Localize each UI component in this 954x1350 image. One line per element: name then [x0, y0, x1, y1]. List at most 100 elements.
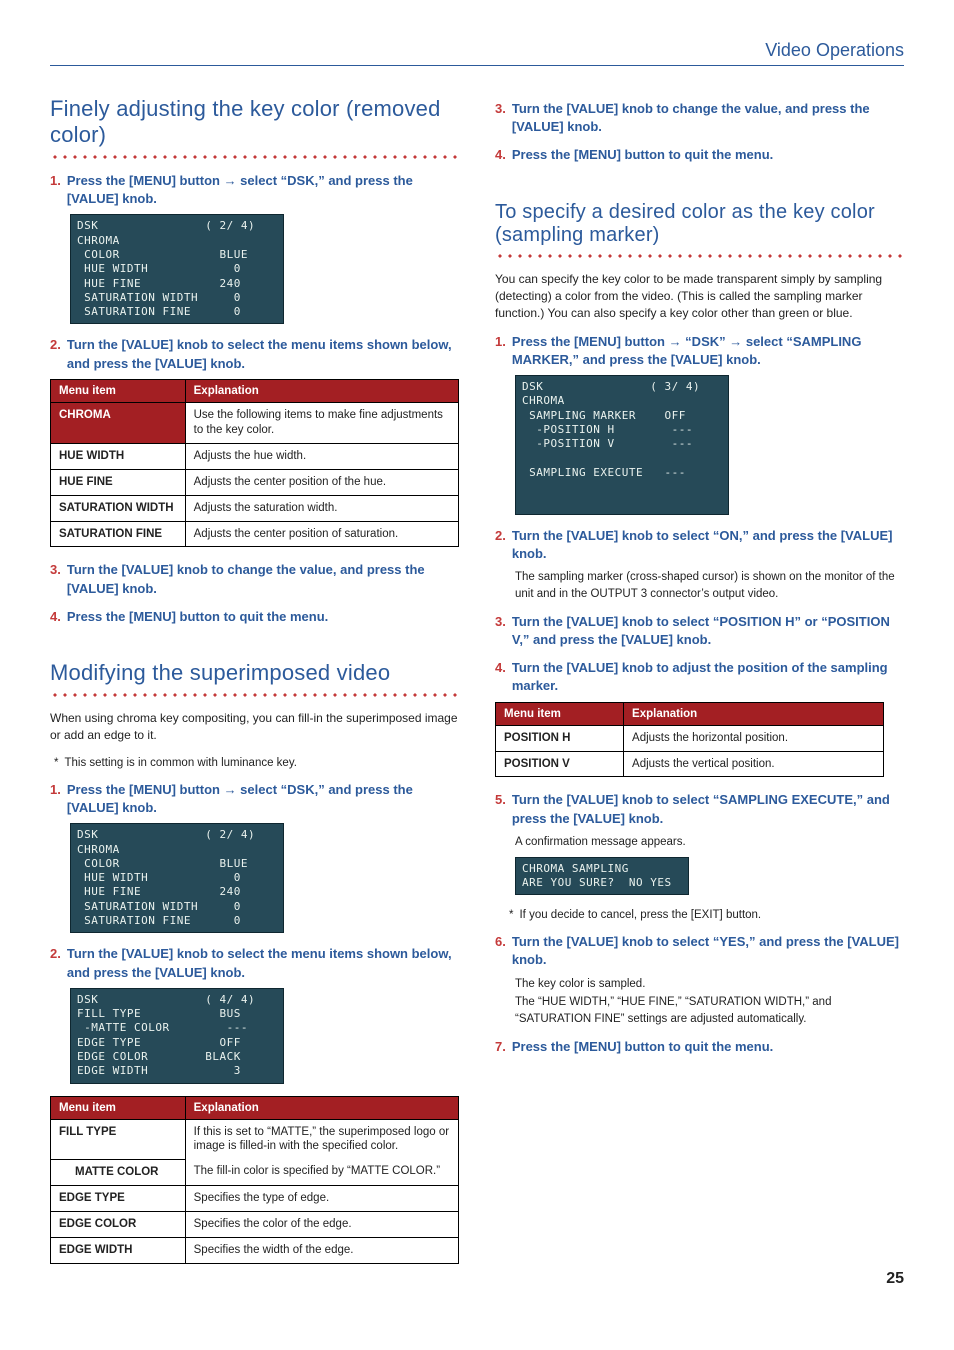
- step-number: 2.: [495, 527, 506, 545]
- step-text: Turn the [VALUE] knob to select the menu…: [67, 945, 459, 981]
- step-text: Turn the [VALUE] knob to change the valu…: [512, 100, 904, 136]
- step-text: Turn the [VALUE] knob to select “SAMPLIN…: [512, 791, 904, 827]
- step-number: 6.: [495, 933, 506, 951]
- step-number: 1.: [50, 172, 61, 190]
- step-number: 3.: [495, 100, 506, 118]
- table-row-desc: Adjusts the vertical position.: [624, 751, 884, 777]
- table-position-items: Menu item Explanation POSITION HAdjusts …: [495, 702, 884, 778]
- step-number: 7.: [495, 1038, 506, 1056]
- step-subtext: A confirmation message appears.: [515, 834, 904, 851]
- table-row-desc: The fill-in color is specified by “MATTE…: [185, 1159, 458, 1185]
- step-1: 1. Press the [MENU] button → select “DSK…: [50, 781, 459, 817]
- page-number: 25: [886, 1270, 904, 1288]
- step-number: 5.: [495, 791, 506, 809]
- page-header-title: Video Operations: [50, 40, 904, 66]
- step-number: 1.: [50, 781, 61, 799]
- table-head-menuitem: Menu item: [51, 379, 186, 402]
- table-row-desc: Specifies the width of the edge.: [185, 1237, 458, 1263]
- table-row-label: SATURATION WIDTH: [51, 495, 186, 521]
- step-3: 3. Turn the [VALUE] knob to change the v…: [50, 561, 459, 597]
- step-7: 7. Press the [MENU] button to quit the m…: [495, 1038, 904, 1056]
- step-number: 4.: [495, 146, 506, 164]
- step-number: 4.: [495, 659, 506, 677]
- table-row-label: MATTE COLOR: [51, 1159, 186, 1185]
- step-subtext: The key color is sampled.: [515, 976, 904, 993]
- table-row-label: SATURATION FINE: [51, 521, 186, 547]
- divider-dots: [495, 253, 904, 259]
- step-text: Turn the [VALUE] knob to select the menu…: [67, 336, 459, 372]
- table-row-desc: Adjusts the horizontal position.: [624, 725, 884, 751]
- table-row-desc: Specifies the type of edge.: [185, 1185, 458, 1211]
- table-row-desc: Adjusts the hue width.: [185, 443, 458, 469]
- table-head-explanation: Explanation: [185, 1096, 458, 1119]
- lcd-screenshot-dsk-2-4: DSK ( 2/ 4) CHROMA COLOR BLUE HUE WIDTH …: [70, 214, 284, 324]
- left-column: Finely adjusting the key color (removed …: [50, 96, 459, 1278]
- section-intro: When using chroma key compositing, you c…: [50, 710, 459, 745]
- step-1: 1. Press the [MENU] button → “DSK” → sel…: [495, 333, 904, 369]
- lcd-screenshot-confirm: CHROMA SAMPLING ARE YOU SURE? NO YES: [515, 857, 689, 896]
- table-row-desc: Adjusts the saturation width.: [185, 495, 458, 521]
- table-fill-edge-items: Menu item Explanation FILL TYPEIf this i…: [50, 1096, 459, 1264]
- lcd-screenshot-dsk-4-4: DSK ( 4/ 4) FILL TYPE BUS -MATTE COLOR -…: [70, 988, 284, 1084]
- table-row-label: FILL TYPE: [51, 1119, 186, 1159]
- step-text: Turn the [VALUE] knob to select “POSITIO…: [512, 613, 904, 649]
- table-head-explanation: Explanation: [624, 702, 884, 725]
- table-row-desc: If this is set to “MATTE,” the superimpo…: [185, 1119, 458, 1159]
- step-text: Turn the [VALUE] knob to adjust the posi…: [512, 659, 904, 695]
- table-row-label: POSITION V: [496, 751, 624, 777]
- step-4: 4. Press the [MENU] button to quit the m…: [495, 146, 904, 164]
- step-2: 2. Turn the [VALUE] knob to select “ON,”…: [495, 527, 904, 563]
- step-4: 4. Press the [MENU] button to quit the m…: [50, 608, 459, 626]
- step-text: Press the [MENU] button to quit the menu…: [512, 1038, 904, 1056]
- table-chroma-items: Menu item Explanation CHROMAUse the foll…: [50, 379, 459, 548]
- divider-dots: [50, 154, 459, 160]
- step-5: 5. Turn the [VALUE] knob to select “SAMP…: [495, 791, 904, 827]
- step-1: 1. Press the [MENU] button → select “DSK…: [50, 172, 459, 208]
- step-4: 4. Turn the [VALUE] knob to adjust the p…: [495, 659, 904, 695]
- table-row-label: HUE WIDTH: [51, 443, 186, 469]
- right-column: 3. Turn the [VALUE] knob to change the v…: [495, 96, 904, 1278]
- step-number: 1.: [495, 333, 506, 351]
- table-head-menuitem: Menu item: [496, 702, 624, 725]
- step-3: 3. Turn the [VALUE] knob to select “POSI…: [495, 613, 904, 649]
- section-title-finely-adjusting: Finely adjusting the key color (removed …: [50, 96, 459, 148]
- step-number: 3.: [50, 561, 61, 579]
- table-row-label: EDGE TYPE: [51, 1185, 186, 1211]
- table-head-explanation: Explanation: [185, 379, 458, 402]
- table-row-label: POSITION H: [496, 725, 624, 751]
- step-text: Press the [MENU] button to quit the menu…: [67, 608, 459, 626]
- section-intro: You can specify the key color to be made…: [495, 271, 904, 323]
- step-text: Turn the [VALUE] knob to select “YES,” a…: [512, 933, 904, 969]
- divider-dots: [50, 692, 459, 698]
- table-row-label: CHROMA: [51, 402, 186, 443]
- step-subtext: The “HUE WIDTH,” “HUE FINE,” “SATURATION…: [515, 994, 904, 1027]
- section-title-modifying: Modifying the superimposed video: [50, 660, 459, 686]
- step-2: 2. Turn the [VALUE] knob to select the m…: [50, 336, 459, 372]
- step-text: Turn the [VALUE] knob to select “ON,” an…: [512, 527, 904, 563]
- section-title-sampling-marker: To specify a desired color as the key co…: [495, 201, 904, 247]
- table-head-menuitem: Menu item: [51, 1096, 186, 1119]
- step-text: Turn the [VALUE] knob to change the valu…: [67, 561, 459, 597]
- footnote: *This setting is in common with luminanc…: [64, 755, 459, 771]
- step-text: Press the [MENU] button → “DSK” → select…: [512, 333, 904, 369]
- step-text: Press the [MENU] button to quit the menu…: [512, 146, 904, 164]
- table-row-label: EDGE COLOR: [51, 1211, 186, 1237]
- table-row-desc: Adjusts the center position of the hue.: [185, 469, 458, 495]
- step-text: Press the [MENU] button → select “DSK,” …: [67, 781, 459, 817]
- table-row-desc: Specifies the color of the edge.: [185, 1211, 458, 1237]
- step-number: 4.: [50, 608, 61, 626]
- step-6: 6. Turn the [VALUE] knob to select “YES,…: [495, 933, 904, 969]
- step-3: 3. Turn the [VALUE] knob to change the v…: [495, 100, 904, 136]
- lcd-screenshot-dsk-3-4: DSK ( 3/ 4) CHROMA SAMPLING MARKER OFF -…: [515, 375, 729, 515]
- table-row-label: HUE FINE: [51, 469, 186, 495]
- step-number: 2.: [50, 945, 61, 963]
- step-2: 2. Turn the [VALUE] knob to select the m…: [50, 945, 459, 981]
- step-text: Press the [MENU] button → select “DSK,” …: [67, 172, 459, 208]
- table-row-desc: Use the following items to make fine adj…: [185, 402, 458, 443]
- step-number: 2.: [50, 336, 61, 354]
- table-row-label: EDGE WIDTH: [51, 1237, 186, 1263]
- lcd-screenshot-dsk-2-4: DSK ( 2/ 4) CHROMA COLOR BLUE HUE WIDTH …: [70, 823, 284, 933]
- table-row-desc: Adjusts the center position of saturatio…: [185, 521, 458, 547]
- step-subtext: The sampling marker (cross-shaped cursor…: [515, 569, 904, 602]
- step-number: 3.: [495, 613, 506, 631]
